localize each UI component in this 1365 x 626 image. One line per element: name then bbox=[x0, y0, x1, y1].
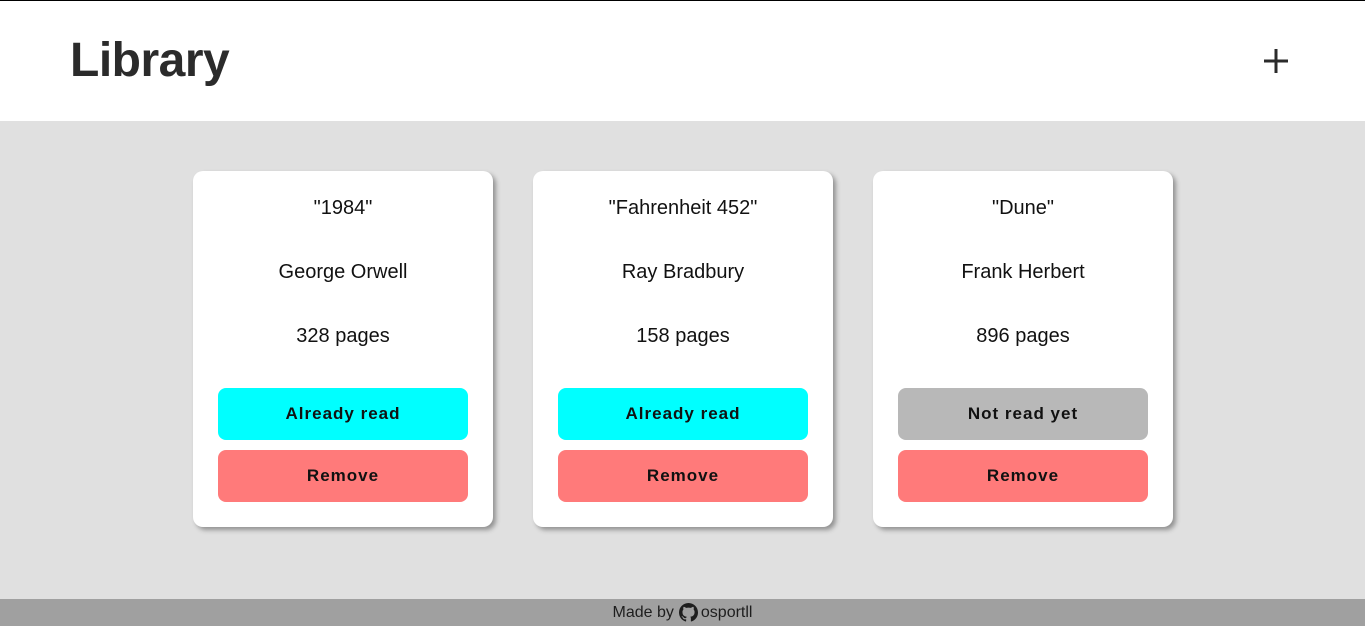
remove-button[interactable]: Remove bbox=[218, 450, 468, 502]
book-pages: 158 pages bbox=[636, 325, 730, 347]
library-main: "1984" George Orwell 328 pages Already r… bbox=[0, 121, 1365, 599]
book-title: "Dune" bbox=[991, 197, 1054, 219]
book-title: "Fahrenheit 452" bbox=[608, 197, 758, 219]
book-card: "Fahrenheit 452" Ray Bradbury 158 pages … bbox=[533, 171, 833, 527]
read-status-button[interactable]: Already read bbox=[558, 388, 808, 440]
author-link[interactable]: osportll bbox=[701, 604, 753, 622]
read-status-button[interactable]: Already read bbox=[218, 388, 468, 440]
book-card: "1984" George Orwell 328 pages Already r… bbox=[193, 171, 493, 527]
read-status-button[interactable]: Not read yet bbox=[898, 388, 1148, 440]
add-book-button[interactable] bbox=[1256, 41, 1296, 81]
remove-button[interactable]: Remove bbox=[558, 450, 808, 502]
book-author: Ray Bradbury bbox=[621, 261, 745, 283]
github-icon[interactable] bbox=[678, 603, 698, 622]
made-by-label: Made by bbox=[612, 603, 674, 621]
book-card: "Dune" Frank Herbert 896 pages Not read … bbox=[873, 171, 1173, 527]
plus-icon bbox=[1264, 49, 1288, 73]
book-author: George Orwell bbox=[278, 261, 408, 283]
book-author: Frank Herbert bbox=[961, 261, 1085, 283]
page-title: Library bbox=[70, 34, 230, 87]
book-list: "1984" George Orwell 328 pages Already r… bbox=[193, 171, 1173, 527]
header: Library bbox=[0, 0, 1365, 121]
footer: Made by osportll bbox=[0, 599, 1365, 626]
book-pages: 896 pages bbox=[976, 325, 1070, 347]
book-title: "1984" bbox=[313, 197, 373, 219]
book-pages: 328 pages bbox=[296, 325, 390, 347]
remove-button[interactable]: Remove bbox=[898, 450, 1148, 502]
